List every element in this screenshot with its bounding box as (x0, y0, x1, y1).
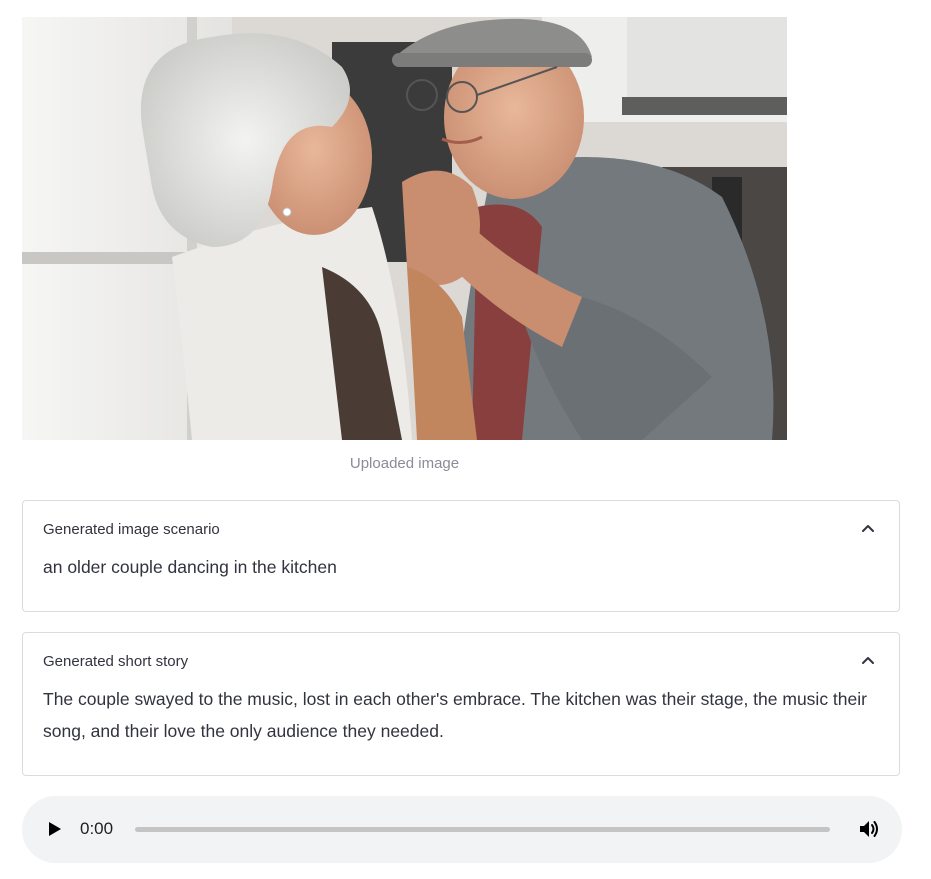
app-page: Uploaded image Generated image scenario … (0, 0, 931, 879)
audio-progress-bar[interactable] (135, 827, 830, 832)
story-expander-header[interactable]: Generated short story (23, 633, 899, 689)
image-caption: Uploaded image (349, 455, 460, 472)
story-text: The couple swayed to the music, lost in … (43, 689, 867, 741)
story-expander-title: Generated short story (43, 653, 189, 670)
uploaded-image (22, 17, 787, 440)
current-time: 0:00 (80, 819, 114, 838)
scenario-text: an older couple dancing in the kitchen (43, 557, 337, 577)
story-expander: Generated short story The couple swayed … (22, 632, 900, 776)
play-icon[interactable] (46, 820, 64, 838)
chevron-up-icon[interactable] (861, 655, 875, 665)
audio-player: 0:00 (22, 796, 902, 863)
chevron-up-icon[interactable] (861, 523, 875, 533)
scenario-expander-header[interactable]: Generated image scenario (23, 501, 899, 557)
scenario-expander-title: Generated image scenario (43, 521, 220, 538)
scenario-expander: Generated image scenario an older couple… (22, 500, 900, 612)
volume-icon[interactable] (858, 818, 880, 840)
